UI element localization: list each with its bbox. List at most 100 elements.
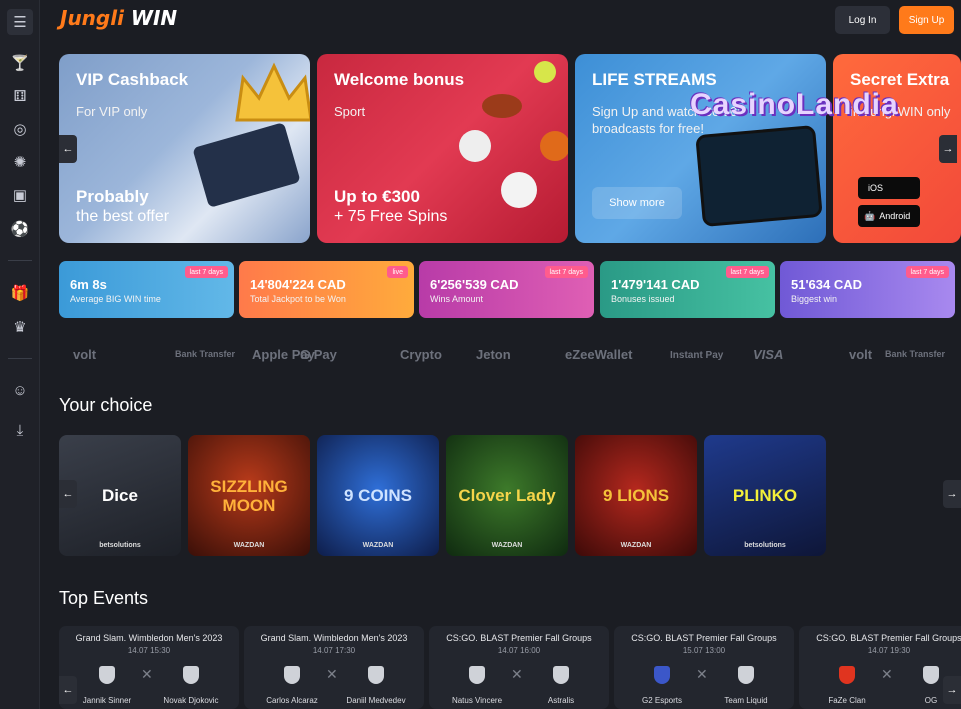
login-button[interactable]: Log In (835, 6, 890, 34)
event-title: Grand Slam. Wimbledon Men's 2023 (260, 633, 408, 643)
stat-label: Average BIG WIN time (70, 294, 161, 304)
section-title-top-events: Top Events (59, 588, 149, 608)
android-store-button[interactable]: 🤖 Android (858, 205, 920, 227)
sports-balls-image (459, 61, 568, 208)
game-provider: WAZDAN (362, 542, 394, 549)
live-icon[interactable]: ▣ (7, 182, 33, 208)
section-title-your-choice: Your choice (59, 395, 153, 415)
stat-label: Bonuses issued (611, 294, 675, 304)
event-time: 15.07 13:00 (682, 646, 726, 655)
game-name: PLINKO (732, 486, 798, 505)
team-shield-icon (469, 666, 485, 684)
team-shield-icon (284, 666, 300, 684)
event-time: 14.07 16:00 (497, 646, 541, 655)
roulette-icon[interactable]: ◎ (7, 116, 33, 142)
download-icon[interactable]: ⤓ (7, 417, 33, 443)
game-tile-sizzling-moon[interactable]: SIZZLING MOON WAZDAN (188, 435, 310, 556)
event-card[interactable]: Grand Slam. Wimbledon Men's 2023 14.07 1… (244, 626, 424, 709)
event-card[interactable]: CS:GO. BLAST Premier Fall Groups 15.07 1… (614, 626, 794, 709)
crown-icon[interactable]: ♛ (7, 314, 33, 340)
stat-card: live 14'804'224 CAD Total Jackpot to be … (239, 261, 414, 318)
payment-google-pay: G Pay (300, 347, 337, 362)
game-tile-plinko[interactable]: PLINKO betsolutions (704, 435, 826, 556)
player-2: Astralis (547, 696, 575, 705)
banner-title: VIP Cashback (76, 70, 189, 89)
vip-card-image (192, 122, 301, 208)
games-prev-arrow[interactable]: ← (59, 480, 77, 508)
stat-value: 51'634 CAD (791, 277, 863, 292)
games-next-arrow[interactable]: → (943, 480, 961, 508)
android-icon: 🤖 (864, 210, 876, 221)
dice-icon[interactable]: ⚅ (7, 83, 33, 109)
crown-icon (235, 62, 310, 122)
event-card[interactable]: Grand Slam. Wimbledon Men's 2023 14.07 1… (59, 626, 239, 709)
banner-next-arrow[interactable]: → (939, 135, 957, 163)
player-2: Team Liquid (724, 696, 768, 705)
stat-badge: last 7 days (544, 266, 588, 278)
team-logo-g2-icon (654, 666, 670, 684)
payment-volt: volt (849, 347, 873, 362)
player-1: Carlos Alcaraz (266, 696, 318, 705)
player-2: Daniil Medvedev (346, 696, 406, 705)
banner-title: Welcome bonus (334, 70, 465, 89)
player-2: Novak Djokovic (163, 696, 219, 705)
game-tile-dice[interactable]: Dice betsolutions (59, 435, 181, 556)
payment-crypto: Crypto (400, 347, 442, 362)
player-1: G2 Esports (641, 696, 682, 705)
stat-value: 6m 8s (70, 277, 107, 292)
event-time: 14.07 19:30 (867, 646, 911, 655)
team-shield-icon (368, 666, 384, 684)
phone-stream-image (695, 124, 823, 228)
top-bar (40, 0, 961, 42)
banner-vip-cashback[interactable]: VIP Cashback For VIP only Probably the b… (59, 54, 310, 243)
game-name: 9 LIONS (602, 486, 670, 505)
stat-card: last 7 days 6m 8s Average BIG WIN time (59, 261, 234, 318)
game-tile-9-lions[interactable]: 9 LIONS WAZDAN (575, 435, 697, 556)
ios-label: iOS (868, 183, 884, 193)
stat-value: 6'256'539 CAD (430, 277, 519, 292)
banner-line1: Probably (76, 187, 149, 206)
stat-card: last 7 days 6'256'539 CAD Wins Amount (419, 261, 594, 318)
payment-bank-transfer: Bank Transfer (175, 349, 236, 359)
stat-badge: live (387, 266, 408, 278)
event-card[interactable]: CS:GO. BLAST Premier Fall Groups 14.07 1… (429, 626, 609, 709)
logo[interactable]: Jungli WIN (60, 6, 177, 30)
cocktail-icon[interactable]: 🍸 (7, 50, 33, 76)
player-1: Natus Vincere (451, 696, 503, 705)
versus-icon: ✕ (696, 666, 708, 682)
game-tile-clover-lady[interactable]: Clover Lady WAZDAN (446, 435, 568, 556)
banner-prev-arrow[interactable]: ← (59, 135, 77, 163)
stat-card: last 7 days 1'479'141 CAD Bonuses issued (600, 261, 775, 318)
game-provider: WAZDAN (233, 542, 265, 549)
game-tile-9-coins[interactable]: 9 COINS WAZDAN (317, 435, 439, 556)
show-more-button[interactable]: Show more (592, 187, 682, 219)
signup-button[interactable]: Sign Up (899, 6, 954, 34)
payment-ezeewallet: eZeeWallet (565, 347, 633, 362)
stat-badge: last 7 days (725, 266, 769, 278)
soccer-ball-icon[interactable]: ⚽ (7, 216, 33, 242)
event-title: CS:GO. BLAST Premier Fall Groups (631, 633, 777, 643)
versus-icon: ✕ (511, 666, 523, 682)
game-name: Clover Lady (458, 486, 556, 505)
player-1: Jannik Sinner (82, 696, 132, 705)
banner-life-streams[interactable]: LIFE STREAMS Sign Up and watch 30 000 br… (575, 54, 826, 243)
player-1: FaZe Clan (828, 696, 866, 705)
sidebar: ☰ 🍸 ⚅ ◎ ✺ ▣ ⚽ 🎁 ♛ ☺ ⤓ (0, 0, 40, 709)
versus-icon: ✕ (141, 666, 153, 682)
logo-text-win: WIN (130, 6, 178, 30)
stat-label: Biggest win (791, 294, 838, 304)
ios-store-button[interactable]: iOS (858, 177, 920, 199)
support-icon[interactable]: ☺ (7, 377, 33, 403)
banner-line2: the best offer (76, 208, 170, 225)
event-card[interactable]: CS:GO. BLAST Premier Fall Groups 14.07 1… (799, 626, 961, 709)
banner-line1: Up to €300 (334, 187, 420, 206)
sidebar-divider (8, 358, 32, 359)
banner-line2: + 75 Free Spins (334, 208, 448, 225)
stat-value: 1'479'141 CAD (611, 277, 700, 292)
events-prev-arrow[interactable]: ← (59, 676, 77, 704)
casino-chip-icon[interactable]: ✺ (7, 149, 33, 175)
gift-icon[interactable]: 🎁 (7, 280, 33, 306)
banner-welcome-bonus[interactable]: Welcome bonus Sport Up to €300 + 75 Free… (317, 54, 568, 243)
menu-icon[interactable]: ☰ (7, 9, 33, 35)
events-next-arrow[interactable]: → (943, 676, 961, 704)
